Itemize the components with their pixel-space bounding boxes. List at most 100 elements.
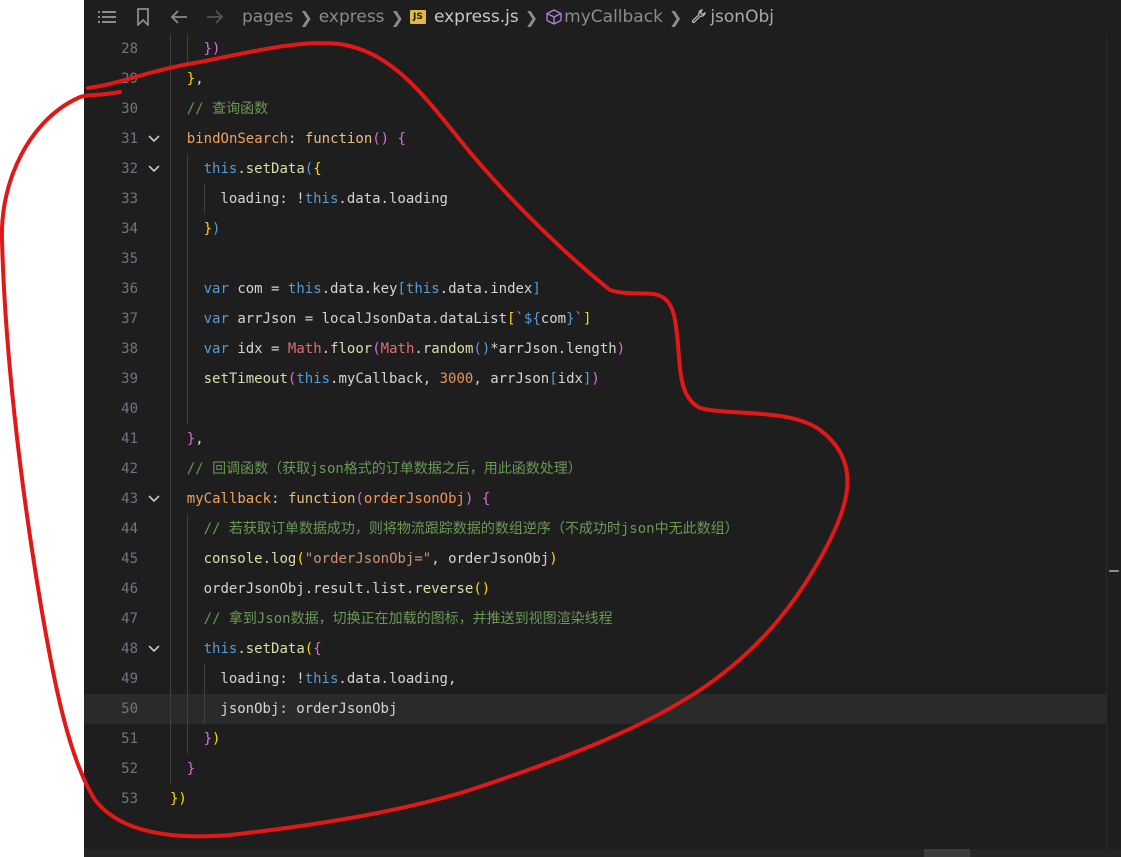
line-number: 31 <box>121 131 138 147</box>
chevron-down-icon[interactable] <box>146 634 162 664</box>
breadcrumb-property[interactable]: jsonObj <box>710 7 774 27</box>
code-line[interactable]: 28}) <box>84 34 1121 64</box>
indent-guide <box>170 124 171 154</box>
line-number: 53 <box>121 791 138 807</box>
breadcrumb: pages ❯ express ❯ JS express.js ❯ myCall… <box>84 0 1121 34</box>
indent-guide <box>186 274 188 304</box>
indent-guide <box>170 754 171 784</box>
indent-guide <box>170 484 171 514</box>
indent-guide <box>186 304 188 334</box>
code-line[interactable]: 40 <box>84 394 1121 424</box>
code-text: }) <box>203 221 221 237</box>
code-line[interactable]: 38 var idx = Math.floor(Math.random()*arr… <box>84 334 1121 364</box>
code-lines[interactable]: 28}) 29}, 30// 查询函数 31 bindOnSearch: functio… <box>84 34 1121 814</box>
line-number: 43 <box>121 491 138 507</box>
code-line[interactable]: 47 // 拿到Json数据，切换正在加载的图标，并推送到视图渲染线程 <box>84 604 1121 634</box>
indent-guide <box>170 544 171 574</box>
indent-guide <box>170 214 171 244</box>
code-line[interactable]: 49 loading: !this.data.loading, <box>84 664 1121 694</box>
line-number: 34 <box>121 221 138 237</box>
code-text: // 回调函数（获取json格式的订单数据之后，用此函数处理） <box>186 461 582 477</box>
horizontal-scrollbar-thumb[interactable] <box>924 849 970 857</box>
code-line[interactable]: 44 // 若获取订单数据成功，则将物流跟踪数据的数组逆序（不成功时json中无此… <box>84 514 1121 544</box>
code-line[interactable]: 53}) <box>84 784 1121 814</box>
code-editor[interactable]: pages ❯ express ❯ JS express.js ❯ myCall… <box>84 0 1121 857</box>
line-number: 46 <box>121 581 138 597</box>
indent-guide <box>170 274 171 304</box>
chevron-down-icon[interactable] <box>146 124 162 154</box>
breadcrumb-pages[interactable]: pages <box>242 7 293 27</box>
line-number: 35 <box>121 251 138 267</box>
code-text: loading: !this.data.loading <box>220 191 448 207</box>
code-text: orderJsonObj.result.list.reverse() <box>203 581 491 597</box>
code-line[interactable]: 51}) <box>84 724 1121 754</box>
code-text: bindOnSearch: function() { <box>186 131 406 147</box>
code-text: // 若获取订单数据成功，则将物流跟踪数据的数组逆序（不成功时json中无此数组… <box>203 521 739 537</box>
indent-guide <box>170 454 171 484</box>
code-text: loading: !this.data.loading, <box>220 671 457 687</box>
code-line[interactable]: 37 var arrJson = localJsonData.dataList[`… <box>84 304 1121 334</box>
code-line[interactable]: 45 console.log("orderJsonObj=", orderJson… <box>84 544 1121 574</box>
chevron-right-icon: ❯ <box>299 7 313 27</box>
code-text: var com = this.data.key[this.data.index] <box>203 281 541 297</box>
indent-guide <box>186 34 188 64</box>
line-number: 32 <box>121 161 138 177</box>
code-line[interactable]: 32 this.setData({ <box>84 154 1121 184</box>
code-text: }) <box>203 41 221 57</box>
list-icon[interactable] <box>94 4 120 30</box>
horizontal-scrollbar[interactable] <box>84 849 1121 857</box>
line-number: 44 <box>121 521 138 537</box>
breadcrumb-file[interactable]: express.js <box>434 7 519 27</box>
indent-guide <box>203 664 205 694</box>
code-line[interactable]: 35 <box>84 244 1121 274</box>
breadcrumb-express[interactable]: express <box>319 7 385 27</box>
indent-guide <box>186 184 188 214</box>
chevron-right-icon: ❯ <box>668 7 683 27</box>
breadcrumb-method[interactable]: myCallback <box>564 7 663 27</box>
bookmark-icon[interactable] <box>130 4 156 30</box>
indent-guide <box>203 694 205 724</box>
line-number: 50 <box>121 701 138 717</box>
line-number: 42 <box>121 461 138 477</box>
indent-guide <box>186 154 188 184</box>
indent-guide <box>186 514 188 544</box>
indent-guide <box>170 604 171 634</box>
code-line[interactable]: 52} <box>84 754 1121 784</box>
indent-guide <box>170 394 171 424</box>
line-number: 28 <box>121 41 138 57</box>
line-number: 45 <box>121 551 138 567</box>
line-number: 30 <box>121 101 138 117</box>
forward-arrow-icon[interactable] <box>202 4 228 30</box>
method-cube-icon <box>544 4 564 30</box>
code-text: }, <box>186 71 204 87</box>
line-number: 48 <box>121 641 138 657</box>
code-line[interactable]: 41}, <box>84 424 1121 454</box>
code-line[interactable]: 31 bindOnSearch: function() { <box>84 124 1121 154</box>
chevron-down-icon[interactable] <box>146 484 162 514</box>
code-line[interactable]: 29}, <box>84 64 1121 94</box>
line-number: 38 <box>121 341 138 357</box>
code-line[interactable]: 43 myCallback: function(orderJsonObj) { <box>84 484 1121 514</box>
back-arrow-icon[interactable] <box>166 4 192 30</box>
code-line[interactable]: 39 setTimeout(this.myCallback, 3000, arrJ… <box>84 364 1121 394</box>
code-text: // 查询函数 <box>186 101 269 117</box>
code-line[interactable]: 42 // 回调函数（获取json格式的订单数据之后，用此函数处理） <box>84 454 1121 484</box>
indent-guide <box>186 394 188 424</box>
vertical-scrollbar[interactable] <box>1106 34 1121 849</box>
indent-guide <box>186 574 188 604</box>
indent-guide <box>170 364 171 394</box>
indent-guide <box>170 244 171 274</box>
code-line[interactable]: 36 var com = this.data.key[this.data.inde… <box>84 274 1121 304</box>
js-file-icon: JS <box>409 10 426 24</box>
code-text: } <box>186 761 196 777</box>
code-line[interactable]: 50 jsonObj: orderJsonObj <box>84 694 1121 724</box>
code-line[interactable]: 30 // 查询函数 <box>84 94 1121 124</box>
chevron-down-icon[interactable] <box>146 154 162 184</box>
code-line[interactable]: 34}) <box>84 214 1121 244</box>
line-number: 52 <box>121 761 138 777</box>
code-line[interactable]: 33 loading: !this.data.loading <box>84 184 1121 214</box>
indent-guide <box>186 664 188 694</box>
code-line[interactable]: 48 this.setData({ <box>84 634 1121 664</box>
line-number: 37 <box>121 311 138 327</box>
code-line[interactable]: 46 orderJsonObj.result.list.reverse() <box>84 574 1121 604</box>
